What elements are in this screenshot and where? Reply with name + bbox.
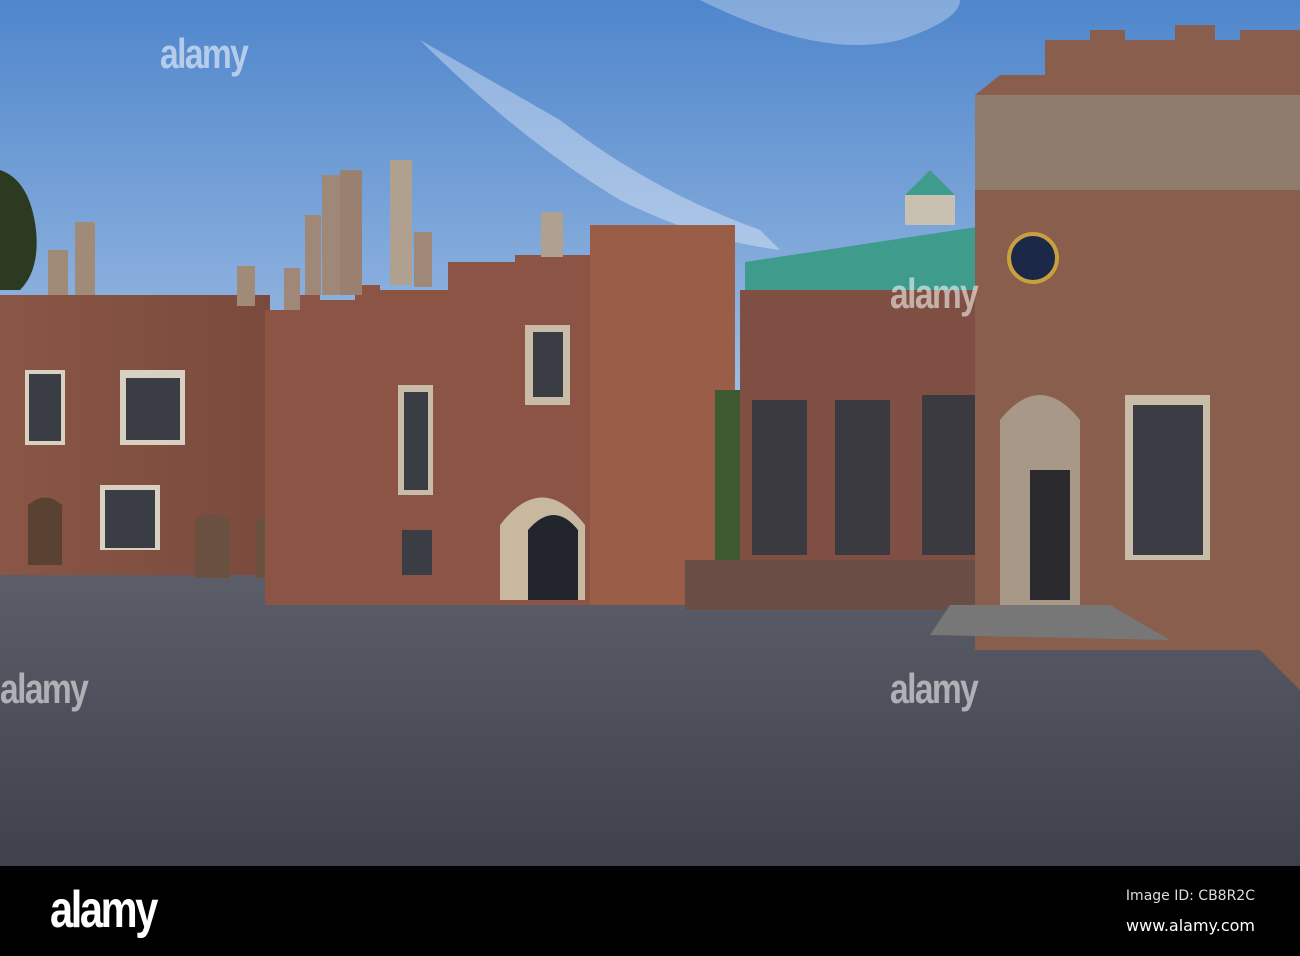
clock-tower [930, 25, 1300, 690]
clock-face [1007, 232, 1059, 284]
site-url: www.alamy.com [1126, 916, 1255, 935]
footer-bar: alamy Image ID: CB8R2C www.alamy.com [0, 866, 1300, 956]
watermark: alamy [160, 30, 249, 77]
watermark: alamy [0, 665, 89, 712]
alamy-logo: alamy [50, 881, 158, 939]
watermark: alamy [890, 665, 979, 712]
castle-courtyard-photo [0, 0, 1300, 866]
watermark: alamy [890, 270, 979, 317]
image-id: Image ID: CB8R2C [1125, 888, 1255, 904]
